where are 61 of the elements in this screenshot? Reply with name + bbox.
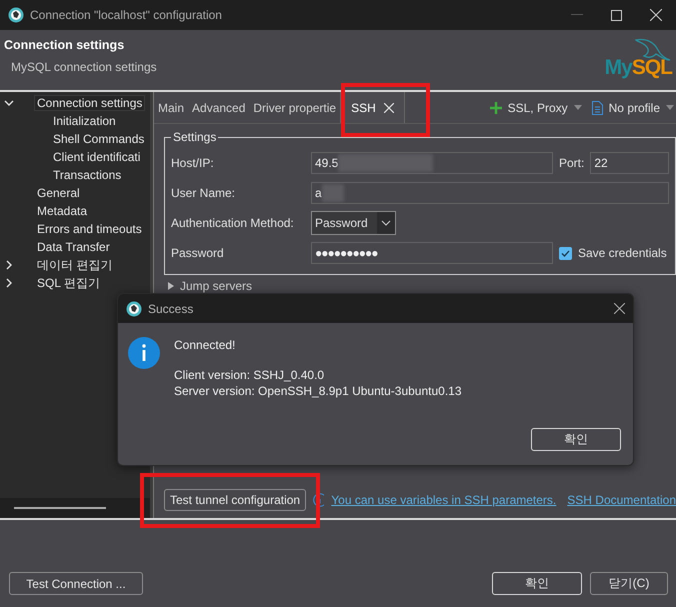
app-icon [126,300,142,316]
page-subtitle: MySQL connection settings [11,60,157,74]
tree-item[interactable]: Data Transfer [34,239,113,255]
tree-item[interactable]: Client identificati [50,149,144,165]
profile-button[interactable]: No profile [586,92,666,123]
ssl-proxy-button[interactable]: SSL, Proxy [484,92,574,123]
test-tunnel-button[interactable]: Test tunnel configuration [164,489,306,511]
variables-link[interactable]: You can use variables in SSH parameters. [331,493,556,507]
dialog-title: Success [148,302,194,316]
document-icon [592,100,603,114]
test-connection-button[interactable]: Test Connection ... [9,572,143,595]
tree-item[interactable]: 데이터 편집기 [34,256,116,274]
window-title: Connection "localhost" configuration [30,8,223,22]
checkbox[interactable] [559,246,572,260]
auth-method-dropdown[interactable]: Password [311,211,396,235]
password-field[interactable]: ●●●●●●●●●● [311,242,553,264]
ok-button[interactable]: 확인 [492,572,582,595]
close-icon[interactable] [614,303,625,314]
documentation-link[interactable]: SSH Documentation [567,493,676,507]
section-label: Jump servers [180,279,252,293]
dialog-heading: Connected! [174,337,236,353]
expand-arrow-icon[interactable] [168,282,174,290]
tree-item[interactable]: Errors and timeouts [34,221,145,237]
dialog-text: Server version: OpenSSH_8.9p1 Ubuntu-3ubuntu0.13 [174,383,462,399]
field-label: User Name: [171,186,236,200]
host-field[interactable]: 49.5 [311,152,553,174]
page-title: Connection settings [4,38,126,52]
info-icon [128,337,160,369]
info-icon [313,493,324,507]
group-title: Settings [172,130,218,144]
dropdown-arrow-icon[interactable] [574,105,582,110]
field-label: Password [171,246,225,260]
close-button[interactable]: 닫기(C) [590,572,668,595]
field-label: Host/IP: [171,156,215,170]
chevron-icon[interactable] [4,98,14,108]
mysql-logo: MySQL [604,56,672,80]
maximize-icon[interactable] [611,10,622,20]
port-field[interactable]: 22 [590,152,669,174]
tab[interactable]: Main [154,92,188,123]
tab[interactable]: Driver propertie [249,92,340,123]
checkbox-label: Save credentials [578,246,667,260]
tree-item[interactable]: Transactions [50,167,124,183]
chevron-icon [377,212,395,234]
tree-item[interactable]: Metadata [34,203,90,219]
tree-item[interactable]: Shell Commands [50,131,148,147]
close-icon[interactable] [650,9,662,21]
tab[interactable]: SSH [340,92,405,123]
field-label: Port: [559,156,584,170]
tree-item[interactable]: Initialization [50,113,119,129]
tree-item[interactable]: Connection settings [34,95,146,111]
tree-item[interactable]: SQL 편집기 [34,274,103,292]
tree-item[interactable]: General [34,185,83,201]
tab[interactable]: Advanced [188,92,250,123]
ok-button[interactable]: 확인 [531,428,621,451]
dropdown-arrow-icon[interactable] [666,105,674,110]
app-icon [8,7,24,23]
checkmark-icon [561,250,570,256]
username-field[interactable]: a [311,182,669,204]
plus-icon [490,102,502,114]
dialog-text: Client version: SSHJ_0.40.0 [174,367,326,383]
field-label: Authentication Method: [171,216,295,230]
